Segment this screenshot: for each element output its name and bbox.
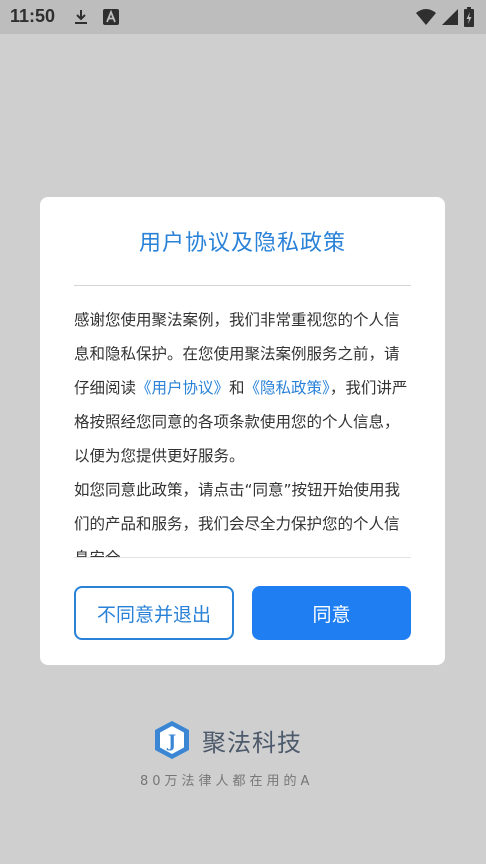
body-and: 和	[229, 379, 245, 397]
brand-logo-icon: J	[155, 721, 189, 759]
privacy-policy-link[interactable]: 《隐私政策》	[245, 379, 330, 397]
brand-slogan: 80万法律人都在用的A	[140, 774, 314, 789]
status-bar: 11:50	[0, 0, 486, 34]
title-divider	[74, 285, 411, 286]
brand-name: 聚法科技	[202, 728, 302, 757]
body-paragraph-2: 如您同意此政策，请点击“同意”按钮开始使用我们的产品和服务，我们会尽全力保护您的…	[74, 481, 401, 558]
status-right-icons	[416, 7, 474, 27]
battery-charging-icon	[464, 7, 474, 27]
agree-button[interactable]: 同意	[252, 586, 411, 640]
decline-exit-button[interactable]: 不同意并退出	[74, 586, 234, 640]
dialog-body-scroll[interactable]: 感谢您使用聚法案例，我们非常重视您的个人信息和隐私保护。在您使用聚法案例服务之前…	[74, 303, 412, 558]
dialog-title: 用户协议及隐私政策	[138, 231, 346, 256]
brand-footer: J 聚法科技	[152, 716, 302, 764]
svg-text:J: J	[166, 732, 176, 752]
status-time: 11:50	[10, 6, 56, 26]
download-icon	[75, 10, 87, 24]
body-divider	[74, 557, 411, 558]
user-agreement-link[interactable]: 《用户协议》	[136, 379, 229, 397]
a-badge-icon	[103, 9, 119, 25]
wifi-icon	[416, 9, 436, 25]
signal-icon	[442, 9, 458, 25]
privacy-dialog: 用户协议及隐私政策 感谢您使用聚法案例，我们非常重视您的个人信息和隐私保护。在您…	[40, 197, 445, 665]
